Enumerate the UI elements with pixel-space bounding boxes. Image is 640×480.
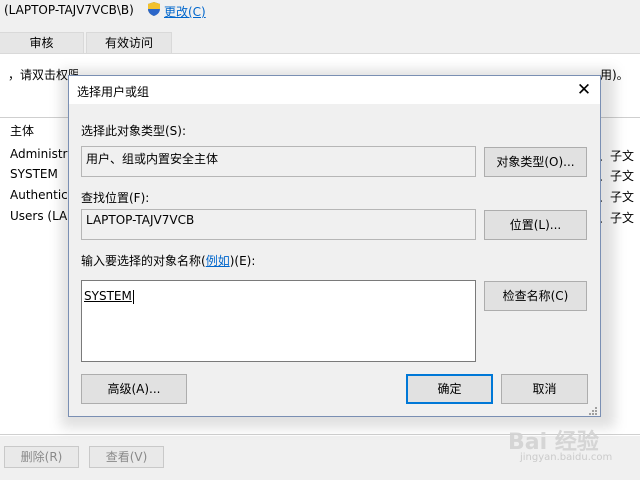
baidu-watermark-url: jingyan.baidu.com [520,452,613,463]
location-field: LAPTOP-TAJV7VCB [81,209,476,240]
text-caret [132,289,134,304]
ok-button[interactable]: 确定 [406,374,493,404]
close-icon[interactable]: ✕ [573,79,595,101]
column-header-principal[interactable]: 主体 [10,122,34,139]
object-name-label-suffix: )(E): [229,254,256,268]
cancel-button[interactable]: 取消 [501,374,588,404]
advanced-button[interactable]: 高级(A)... [81,374,187,404]
dialog-titlebar[interactable]: 选择用户或组 ✕ [69,76,600,104]
uac-shield-icon [148,2,160,16]
dialog-title: 选择用户或组 [77,85,150,99]
location-label: 查找位置(F): [81,191,150,205]
object-types-button[interactable]: 对象类型(O)... [484,147,587,177]
check-names-button[interactable]: 检查名称(C) [484,281,587,311]
object-type-field: 用户、组或内置安全主体 [81,146,476,177]
change-owner-link[interactable]: 更改(C) [164,3,206,20]
object-name-value: SYSTEM [84,289,132,303]
list-item[interactable]: SYSTEM [10,167,58,181]
window-title: (LAPTOP-TAJV7VCB\B) [4,3,134,17]
object-name-label: 输入要选择的对象名称(例如)(E): [81,252,255,269]
object-name-label-prefix: 输入要选择的对象名称( [81,254,206,268]
delete-button[interactable]: 删除(R) [4,446,79,468]
tab-audit[interactable]: 审核 [0,32,84,54]
tab-effective-access[interactable]: 有效访问 [86,32,172,54]
object-type-label: 选择此对象类型(S): [81,124,187,138]
resize-grip-icon[interactable] [588,406,598,416]
locations-button[interactable]: 位置(L)... [484,210,587,240]
object-name-input[interactable]: SYSTEM [81,280,476,362]
select-users-dialog: 选择用户或组 ✕ 选择此对象类型(S): 用户、组或内置安全主体 对象类型(O)… [68,75,601,417]
view-button[interactable]: 查看(V) [89,446,164,468]
examples-link[interactable]: 例如 [206,254,230,268]
